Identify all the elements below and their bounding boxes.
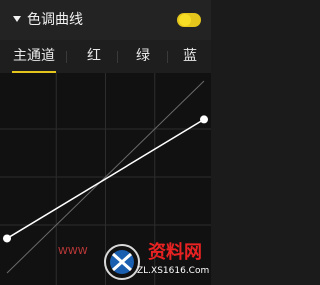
- panel-header: 色调曲线: [0, 0, 211, 40]
- enable-toggle[interactable]: [177, 13, 201, 27]
- panel-title: 色调曲线: [27, 12, 83, 28]
- toggle-knob: [179, 14, 191, 26]
- watermark-brand: 资料网: [148, 242, 202, 263]
- tab-divider: [117, 51, 118, 63]
- tab-divider: [167, 51, 168, 63]
- tab-green[interactable]: 绿: [133, 40, 153, 73]
- collapse-arrow-icon[interactable]: [13, 16, 21, 22]
- curve-point-shadows: [3, 234, 11, 243]
- channel-tabs: 主通道 红 绿 蓝: [0, 40, 211, 73]
- tab-divider: [66, 51, 67, 63]
- watermark-url: ZL.XS1616.Com: [137, 266, 210, 276]
- curve-point-highlights: [200, 115, 208, 124]
- tab-master-channel[interactable]: 主通道: [12, 40, 56, 73]
- tab-red[interactable]: 红: [84, 40, 104, 73]
- tab-blue[interactable]: 蓝: [180, 40, 200, 73]
- watermark-small-text: WWW: [58, 246, 88, 257]
